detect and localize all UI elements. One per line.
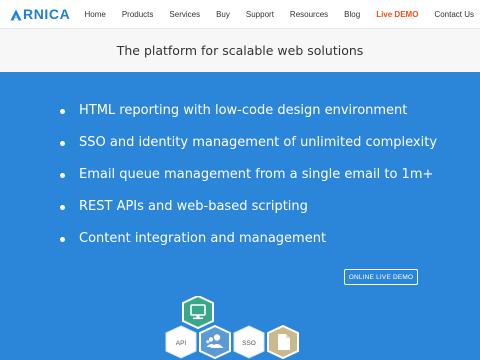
hero-section: HTML reporting with low-code design envi… xyxy=(0,72,480,360)
main-nav: Home Products Services Buy Support Resou… xyxy=(68,0,474,28)
feature-text: Email queue management from a single ema… xyxy=(79,167,434,182)
feature-text: HTML reporting with low-code design envi… xyxy=(79,103,408,118)
feature-text: SSO and identity management of unlimited… xyxy=(79,135,438,150)
api-label: API xyxy=(176,340,187,347)
top-navigation-bar: RNICA Home Products Services Buy Support… xyxy=(0,0,480,29)
bullet-icon xyxy=(60,109,65,114)
feature-item: SSO and identity management of unlimited… xyxy=(58,134,437,166)
nav-products[interactable]: Products xyxy=(122,10,154,19)
logo-a-mark-icon xyxy=(10,8,22,21)
feature-hexagon-graphic: API SSO xyxy=(165,296,299,360)
sso-hex: SSO xyxy=(233,325,265,359)
logo-text: RNICA xyxy=(23,6,71,22)
nav-support[interactable]: Support xyxy=(246,10,274,19)
monitor-hex xyxy=(182,296,214,330)
page-tagline: The platform for scalable web solutions xyxy=(116,43,364,58)
nav-resources[interactable]: Resources xyxy=(290,10,328,19)
feature-item: Email queue management from a single ema… xyxy=(58,166,437,198)
feature-item: Content integration and management xyxy=(58,230,437,262)
feature-item: REST APIs and web-based scripting xyxy=(58,198,437,230)
document-icon xyxy=(278,334,290,350)
users-hex xyxy=(199,324,231,360)
bullet-icon xyxy=(60,237,65,242)
online-live-demo-button[interactable]: ONLINE LIVE DEMO xyxy=(344,269,418,285)
nav-home[interactable]: Home xyxy=(84,10,105,19)
feature-text: REST APIs and web-based scripting xyxy=(79,199,308,214)
api-hex: API xyxy=(165,325,197,359)
nav-services[interactable]: Services xyxy=(169,10,200,19)
nav-blog[interactable]: Blog xyxy=(344,10,360,19)
sso-label: SSO xyxy=(242,340,256,347)
nav-live-demo[interactable]: Live DEMO xyxy=(376,10,418,19)
arnica-logo[interactable]: RNICA xyxy=(10,6,70,22)
nav-contact-us[interactable]: Contact Us xyxy=(434,10,474,19)
feature-list: HTML reporting with low-code design envi… xyxy=(58,102,437,262)
bullet-icon xyxy=(60,141,65,146)
bullet-icon xyxy=(60,205,65,210)
nav-buy[interactable]: Buy xyxy=(216,10,230,19)
feature-text: Content integration and management xyxy=(79,231,327,246)
bullet-icon xyxy=(60,173,65,178)
feature-item: HTML reporting with low-code design envi… xyxy=(58,102,437,134)
tagline-banner: The platform for scalable web solutions xyxy=(0,29,480,72)
document-hex xyxy=(267,324,299,360)
